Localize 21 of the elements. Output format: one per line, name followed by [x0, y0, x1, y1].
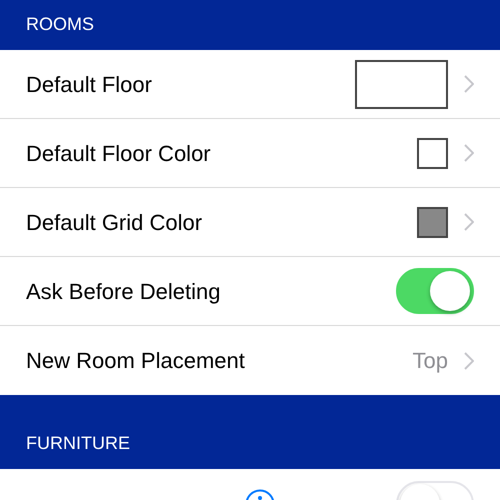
settings-row[interactable]: Default Floor	[0, 50, 500, 119]
color-swatch[interactable]	[417, 138, 448, 168]
chevron-icon	[464, 352, 474, 370]
row-label: Default Floor Color	[26, 140, 211, 168]
section-title: ROOMS	[26, 13, 94, 36]
settings-row[interactable]: New Room Placement Top	[0, 326, 500, 395]
row-label: Default Floor	[26, 70, 152, 98]
row-label: Ask Before Deleting	[26, 278, 220, 306]
floor-preview[interactable]	[355, 60, 448, 108]
toggle-switch[interactable]	[396, 268, 474, 314]
row-value: Top	[412, 347, 448, 375]
color-swatch[interactable]	[417, 206, 448, 238]
chevron-icon	[464, 75, 474, 93]
chevron-icon	[464, 213, 474, 231]
settings-row[interactable]: Default Floor Color	[0, 119, 500, 188]
section-title: FURNITURE	[26, 432, 130, 455]
settings-row[interactable]: Default Grid Color	[0, 188, 500, 257]
row-label: New Room Placement	[26, 347, 245, 375]
chevron-icon	[464, 144, 474, 162]
row-label: Default Grid Color	[26, 208, 202, 236]
settings-row[interactable]: Ask Before Deleting	[0, 257, 500, 326]
